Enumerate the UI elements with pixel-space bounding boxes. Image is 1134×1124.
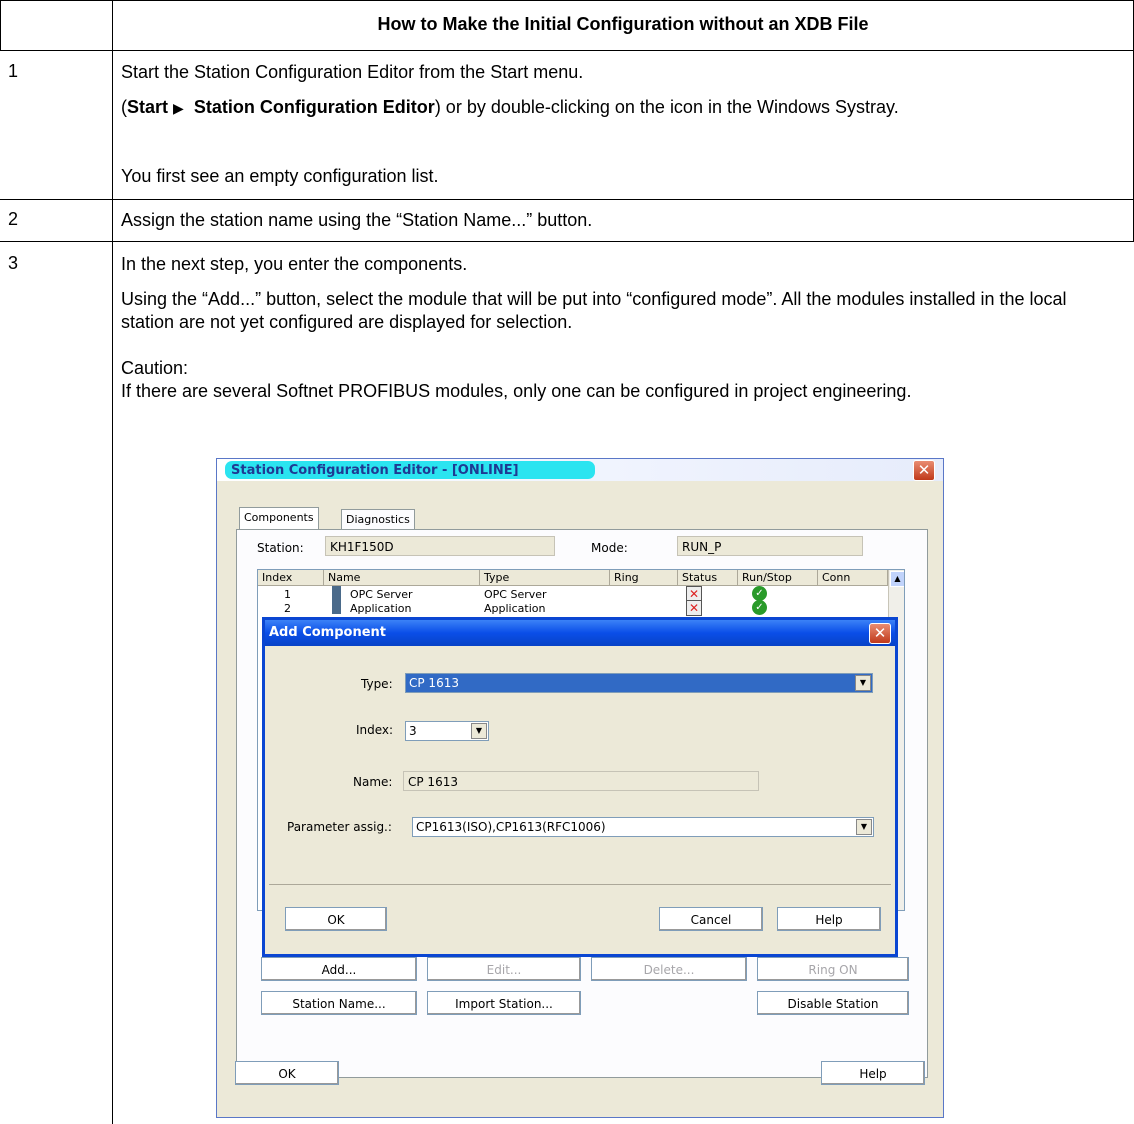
step-text: You first see an empty configuration lis… [121,166,439,186]
close-icon[interactable]: ✕ [869,623,891,644]
delete-button[interactable]: Delete... [591,957,747,981]
step-number: 3 [8,253,19,273]
add-component-dialog: Add Component ✕ Type: CP 1613 ▼ Index: 3… [262,617,898,957]
component-icon [332,586,341,600]
index-dropdown[interactable]: 3 ▼ [405,721,489,741]
table-border-left [0,0,1,50]
parameter-assig-value: CP1613(ISO),CP1613(RFC1006) [416,820,606,834]
mode-label: Mode: [591,541,628,555]
station-label: Station: [257,541,304,555]
column-header-run-stop[interactable]: Run/Stop [738,570,818,586]
table-border-top [0,0,1134,1]
name-field: CP 1613 [403,771,759,791]
dialog-cancel-button[interactable]: Cancel [659,907,763,931]
index-label: Index: [356,723,394,737]
name-label: Name: [353,775,393,789]
help-button[interactable]: Help [821,1061,925,1085]
disable-station-button[interactable]: Disable Station [757,991,909,1015]
chevron-down-icon[interactable]: ▼ [856,819,872,835]
tab-components[interactable]: Components [239,507,319,530]
dialog-title: Add Component [269,625,386,640]
station-name-button[interactable]: Station Name... [261,991,417,1015]
step-number: 1 [8,61,19,81]
mode-field: RUN_P [677,536,863,556]
column-header-index[interactable]: Index [258,570,324,586]
type-label: Type: [361,677,393,691]
run-check-icon: ✓ [752,586,767,601]
step-text: (Start ▶ Station Configuration Editor) o… [121,97,899,117]
step-text: Start the Station Configuration Editor f… [121,62,584,82]
dialog-divider [269,884,891,885]
column-header-name[interactable]: Name [324,570,480,586]
type-dropdown[interactable]: CP 1613 ▼ [405,673,873,693]
table-header-title: How to Make the Initial Configuration wi… [377,14,869,34]
step-text: In the next step, you enter the componen… [121,254,468,274]
edit-button[interactable]: Edit... [427,957,581,981]
row-name: OPC Server [350,588,413,601]
step-text: Using the “Add...” button, select the mo… [121,289,1067,332]
chevron-down-icon[interactable]: ▼ [471,723,487,739]
row-type: Application [484,602,546,615]
step-text: If there are several Softnet PROFIBUS mo… [121,381,912,401]
scroll-up-icon[interactable]: ▲ [890,571,904,587]
dialog-title-bar: Add Component [265,620,895,646]
step-text: Assign the station name using the “Stati… [121,210,593,230]
index-value: 3 [409,724,417,738]
station-field: KH1F150D [325,536,555,556]
run-check-icon: ✓ [752,600,767,615]
dialog-help-button[interactable]: Help [777,907,881,931]
close-icon[interactable]: ✕ [913,460,935,481]
window-title-bar: Station Configuration Editor - [ONLINE] [217,459,943,481]
chevron-down-icon[interactable]: ▼ [855,675,871,691]
add-button[interactable]: Add... [261,957,417,981]
step-text: Caution: [121,358,189,378]
type-value: CP 1613 [409,676,459,690]
arrow-right-icon: ▶ [173,100,184,116]
table-rule [0,241,1134,242]
column-header-type[interactable]: Type [480,570,610,586]
ok-button[interactable]: OK [235,1061,339,1085]
ring-on-button[interactable]: Ring ON [757,957,909,981]
window-title: Station Configuration Editor - [ONLINE] [231,463,519,478]
parameter-assig-dropdown[interactable]: CP1613(ISO),CP1613(RFC1006) ▼ [412,817,874,837]
table-rule [0,50,1134,51]
step-number: 2 [8,209,19,229]
column-header-conn[interactable]: Conn [818,570,888,586]
status-error-icon: ✕ [686,600,702,616]
import-station-button[interactable]: Import Station... [427,991,581,1015]
row-index: 2 [284,602,291,615]
row-name: Application [350,602,412,615]
dialog-ok-button[interactable]: OK [285,907,387,931]
column-header-status[interactable]: Status [678,570,738,586]
parameter-assig-label: Parameter assig.: [287,820,392,834]
row-index: 1 [284,588,291,601]
column-header-ring[interactable]: Ring [610,570,678,586]
station-configuration-editor-window: Station Configuration Editor - [ONLINE] … [216,458,944,1118]
component-icon [332,600,341,614]
table-rule [0,199,1134,200]
tab-diagnostics[interactable]: Diagnostics [341,509,415,530]
row-type: OPC Server [484,588,547,601]
table-column-divider [112,0,113,1124]
